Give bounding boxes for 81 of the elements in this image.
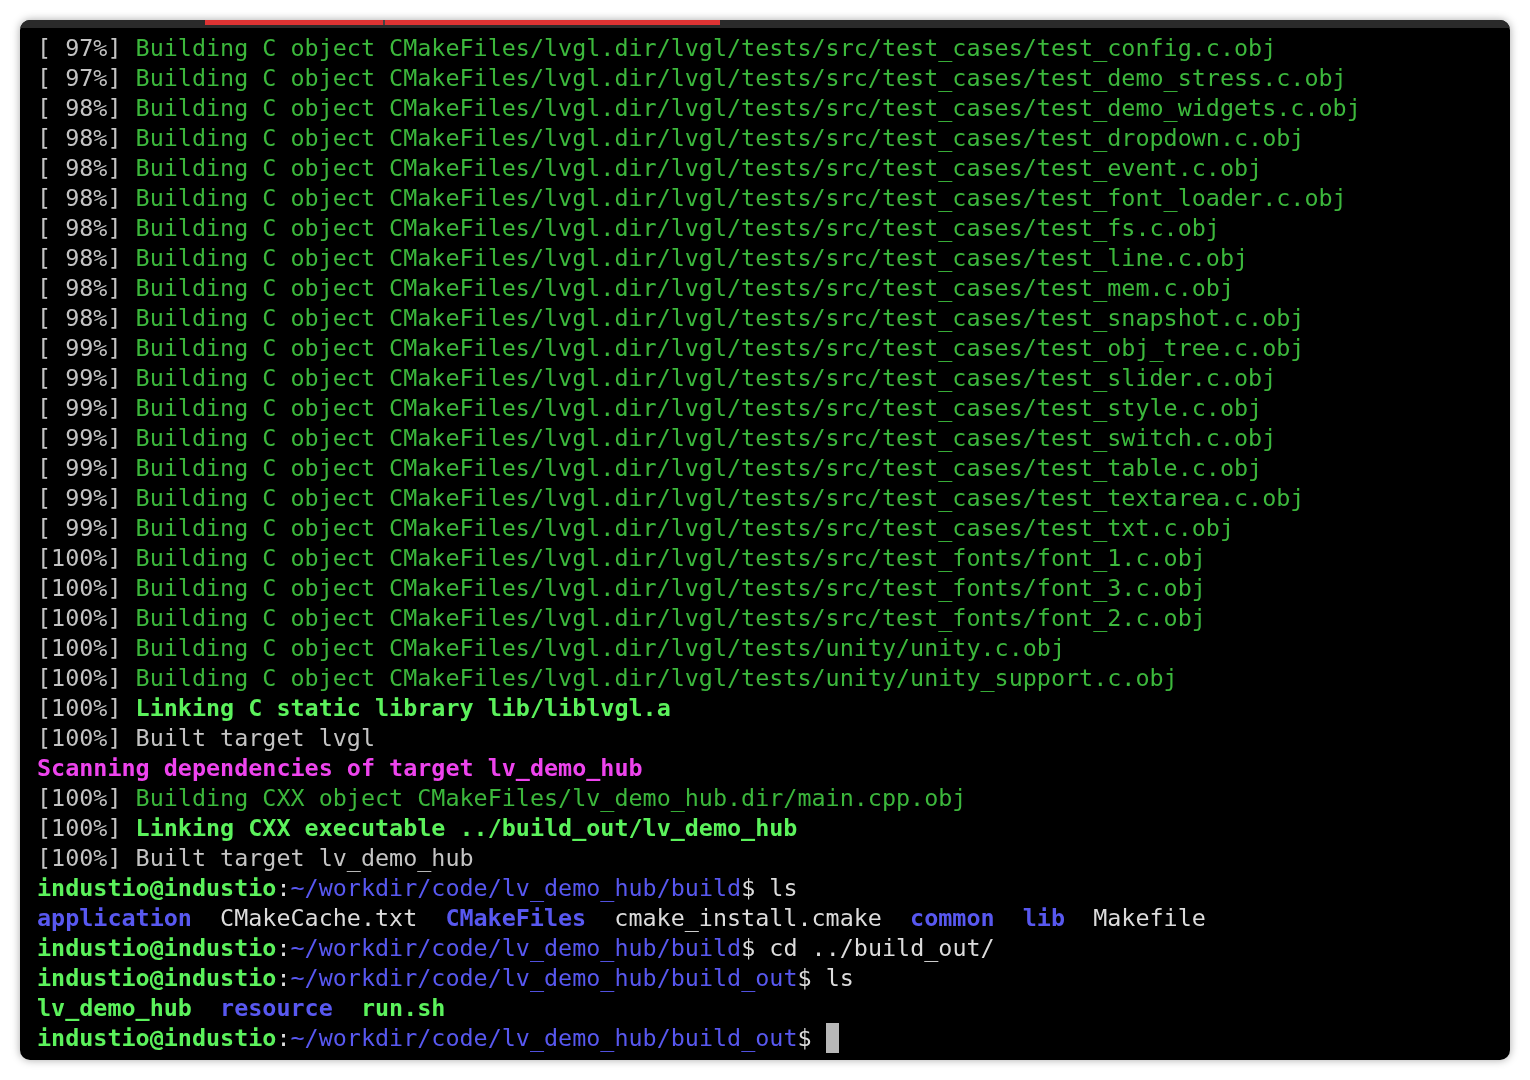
log-text: Building C object CMakeFiles/lvgl.dir/lvgl/tests/src/test_cases/test_style.c.obj <box>135 393 1263 423</box>
log-text: [100%] <box>37 813 122 843</box>
log-text: Scanning dependencies of target lv_demo_hub <box>37 753 643 783</box>
log-text: [ 98%] <box>37 183 122 213</box>
log-text: [100%] <box>37 693 122 723</box>
directory-name: lib <box>1022 903 1065 933</box>
prompt-path: ~/workdir/code/lv_demo_hub/build_out <box>290 1023 798 1053</box>
log-text: [ 99%] <box>37 393 122 423</box>
log-text: Building C object CMakeFiles/lvgl.dir/lvgl/tests/src/test_cases/test_textarea.c.obj <box>135 483 1305 513</box>
terminal-text: : <box>276 873 291 903</box>
log-text: [ 97%] <box>37 33 122 63</box>
log-text: [100%] <box>37 573 122 603</box>
log-text: [ 97%] <box>37 63 122 93</box>
log-text: Building C object CMakeFiles/lvgl.dir/lvgl/tests/src/test_cases/test_switch.c.obj <box>135 423 1277 453</box>
directory-name: application <box>37 903 192 933</box>
prompt-user: industio@industio <box>37 873 277 903</box>
file-name: lv_demo_hub <box>37 993 192 1023</box>
log-text: [ 99%] <box>37 513 122 543</box>
log-text: Building C object CMakeFiles/lvgl.dir/lvgl/tests/src/test_cases/test_obj_tree.c.obj <box>135 333 1305 363</box>
log-text: [ 99%] <box>37 333 122 363</box>
log-text: Building C object CMakeFiles/lvgl.dir/lvgl/tests/src/test_cases/test_dropdown.c.obj <box>135 123 1305 153</box>
terminal-text: : <box>276 933 291 963</box>
terminal-text: cmake_install.cmake <box>614 903 882 933</box>
log-text: Building C object CMakeFiles/lvgl.dir/lvgl/tests/src/test_cases/test_line.c.obj <box>135 243 1249 273</box>
log-text: [ 99%] <box>37 363 122 393</box>
terminal-text: $ ls <box>797 963 854 993</box>
log-text: Building C object CMakeFiles/lvgl.dir/lvgl/tests/src/test_cases/test_demo_stress.c.obj <box>135 63 1347 93</box>
log-text: [100%] <box>37 543 122 573</box>
log-text: Linking CXX executable ../build_out/lv_demo_hub <box>135 813 798 843</box>
log-text: [ 98%] <box>37 153 122 183</box>
terminal-text: $ <box>797 1023 812 1053</box>
terminal-text: CMakeCache.txt <box>220 903 418 933</box>
terminal-text: Makefile <box>1093 903 1206 933</box>
prompt-user: industio@industio <box>37 963 277 993</box>
log-text: [ 98%] <box>37 273 122 303</box>
log-text: [ 98%] <box>37 93 122 123</box>
log-text: Built target lvgl <box>135 723 375 753</box>
log-text: [100%] <box>37 783 122 813</box>
log-text: Building CXX object CMakeFiles/lv_demo_hub.dir/main.cpp.obj <box>135 783 967 813</box>
log-text: Building C object CMakeFiles/lvgl.dir/lvgl/tests/src/test_cases/test_demo_widgets.c.obj <box>135 93 1361 123</box>
prompt-path: ~/workdir/code/lv_demo_hub/build_out <box>290 963 798 993</box>
prompt-user: industio@industio <box>37 933 277 963</box>
log-text: Building C object CMakeFiles/lvgl.dir/lvgl/tests/src/test_cases/test_fs.c.obj <box>135 213 1220 243</box>
terminal-text: $ ls <box>741 873 798 903</box>
log-text: [ 98%] <box>37 213 122 243</box>
log-text: Building C object CMakeFiles/lvgl.dir/lvgl/tests/unity/unity.c.obj <box>135 633 1065 663</box>
log-text: Building C object CMakeFiles/lvgl.dir/lvgl/tests/unity/unity_support.c.obj <box>135 663 1178 693</box>
log-text: Building C object CMakeFiles/lvgl.dir/lvgl/tests/src/test_fonts/font_2.c.obj <box>135 603 1206 633</box>
prompt-path: ~/workdir/code/lv_demo_hub/build <box>290 873 742 903</box>
terminal-text: : <box>276 1023 291 1053</box>
log-text: Building C object CMakeFiles/lvgl.dir/lvgl/tests/src/test_fonts/font_1.c.obj <box>135 543 1206 573</box>
log-text: Building C object CMakeFiles/lvgl.dir/lvgl/tests/src/test_cases/test_config.c.obj <box>135 33 1277 63</box>
log-text: Linking C static library lib/liblvgl.a <box>135 693 671 723</box>
log-text: Building C object CMakeFiles/lvgl.dir/lvgl/tests/src/test_cases/test_table.c.obj <box>135 453 1263 483</box>
log-text: Building C object CMakeFiles/lvgl.dir/lvgl/tests/src/test_fonts/font_3.c.obj <box>135 573 1206 603</box>
log-text: Building C object CMakeFiles/lvgl.dir/lvgl/tests/src/test_cases/test_font_loader.c.obj <box>135 183 1347 213</box>
log-text: [100%] <box>37 843 122 873</box>
directory-name: CMakeFiles <box>445 903 587 933</box>
log-text: [ 99%] <box>37 483 122 513</box>
log-text: Building C object CMakeFiles/lvgl.dir/lvgl/tests/src/test_cases/test_snapshot.c.obj <box>135 303 1305 333</box>
log-text: [100%] <box>37 633 122 663</box>
prompt-path: ~/workdir/code/lv_demo_hub/build <box>290 933 742 963</box>
log-text: [ 98%] <box>37 123 122 153</box>
directory-name: common <box>910 903 995 933</box>
log-text: [ 99%] <box>37 453 122 483</box>
log-text: Building C object CMakeFiles/lvgl.dir/lvgl/tests/src/test_cases/test_event.c.obj <box>135 153 1263 183</box>
directory-name: resource <box>220 993 333 1023</box>
prompt-user: industio@industio <box>37 1023 277 1053</box>
log-text: Building C object CMakeFiles/lvgl.dir/lvgl/tests/src/test_cases/test_mem.c.obj <box>135 273 1234 303</box>
log-text: Built target lv_demo_hub <box>135 843 474 873</box>
log-text: [100%] <box>37 663 122 693</box>
log-text: [100%] <box>37 723 122 753</box>
log-text: [ 98%] <box>37 303 122 333</box>
file-name: run.sh <box>360 993 446 1023</box>
terminal-text: $ cd ../build_out/ <box>741 933 995 963</box>
log-text: Building C object CMakeFiles/lvgl.dir/lvgl/tests/src/test_cases/test_txt.c.obj <box>135 513 1234 543</box>
log-text: [ 99%] <box>37 423 122 453</box>
log-text: [ 98%] <box>37 243 122 273</box>
terminal-text: : <box>276 963 291 993</box>
log-text: Building C object CMakeFiles/lvgl.dir/lvgl/tests/src/test_cases/test_slider.c.obj <box>135 363 1277 393</box>
log-text: [100%] <box>37 603 122 633</box>
